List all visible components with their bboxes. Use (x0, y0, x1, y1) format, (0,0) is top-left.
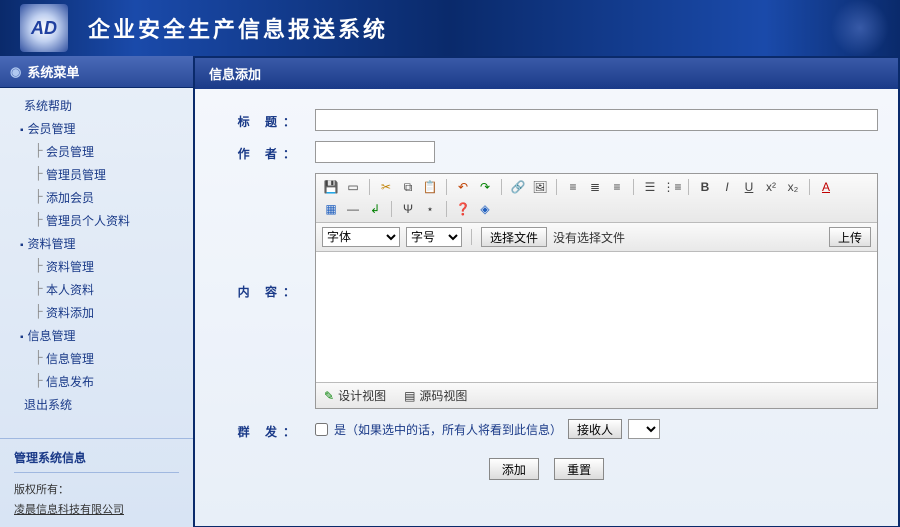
cut-icon[interactable]: ✂ (377, 178, 395, 196)
copyright-label: 版权所有： (14, 481, 179, 497)
font-color-icon[interactable]: A (817, 178, 835, 196)
sidebar: 系统菜单 系统帮助 会员管理 会员管理 管理员管理 添加会员 管理员个人资料 资… (0, 56, 195, 527)
tab-source-view[interactable]: ▤源码视图 (404, 387, 467, 404)
nav-admin-profile[interactable]: 管理员个人资料 (16, 209, 189, 232)
copy-icon[interactable]: ⧉ (399, 178, 417, 196)
nav-info-manage[interactable]: 信息管理 (16, 347, 189, 370)
nav-member-group[interactable]: 会员管理 (16, 117, 189, 140)
symbol-icon[interactable]: Ψ (399, 200, 417, 218)
app-logo: AD (20, 4, 68, 52)
redo-icon[interactable]: ↷ (476, 178, 494, 196)
font-size-select[interactable]: 字号 (406, 227, 462, 247)
sidebar-info-title: 管理系统信息 (14, 449, 179, 473)
app-title: 企业安全生产信息报送系统 (88, 12, 388, 44)
tab-design-view[interactable]: ✎设计视图 (324, 387, 386, 404)
nav-tree: 系统帮助 会员管理 会员管理 管理员管理 添加会员 管理员个人资料 资料管理 资… (0, 88, 193, 438)
new-icon[interactable]: ▭ (344, 178, 362, 196)
editor-view-tabs: ✎设计视图 ▤源码视图 (316, 382, 877, 408)
more-icon[interactable]: ◈ (476, 200, 494, 218)
bold-icon[interactable]: B (696, 178, 714, 196)
editor-canvas[interactable] (316, 252, 877, 382)
label-mass-send: 群 发： (215, 419, 315, 440)
subscript-icon[interactable]: x₂ (784, 178, 802, 196)
underline-icon[interactable]: U (740, 178, 758, 196)
table-icon[interactable]: ▦ (322, 200, 340, 218)
save-icon[interactable]: 💾 (322, 178, 340, 196)
paste-icon[interactable]: 📋 (421, 178, 439, 196)
rich-editor: 💾 ▭ ✂ ⧉ 📋 ↶ ↷ 🔗 🖼 (315, 173, 878, 409)
list-ul-icon[interactable]: ⋮≡ (663, 178, 681, 196)
font-family-select[interactable]: 字体 (322, 227, 400, 247)
nav-material-add[interactable]: 资料添加 (16, 301, 189, 324)
help-icon[interactable]: ❓ (454, 200, 472, 218)
nav-material-group[interactable]: 资料管理 (16, 232, 189, 255)
submit-row: 添加 重置 (215, 450, 878, 480)
upload-button[interactable]: 上传 (829, 227, 871, 247)
editor-font-row: 字体 字号 选择文件 没有选择文件 上传 (316, 223, 877, 252)
hr-icon[interactable]: — (344, 200, 362, 218)
align-left-icon[interactable]: ≡ (564, 178, 582, 196)
nav-info-publish[interactable]: 信息发布 (16, 370, 189, 393)
mass-send-hint: 是（如果选中的话，所有人将看到此信息） (334, 421, 562, 438)
nav-system-help[interactable]: 系统帮助 (4, 94, 189, 117)
editor-toolbar: 💾 ▭ ✂ ⧉ 📋 ↶ ↷ 🔗 🖼 (316, 174, 877, 223)
page-icon: ▤ (404, 389, 415, 403)
reset-button[interactable]: 重置 (554, 458, 604, 480)
recipient-select[interactable] (628, 419, 660, 439)
panel-title: 信息添加 (195, 58, 898, 89)
italic-icon[interactable]: I (718, 178, 736, 196)
input-author[interactable] (315, 141, 435, 163)
special-icon[interactable]: ⋆ (421, 200, 439, 218)
nav-logout[interactable]: 退出系统 (4, 393, 189, 416)
nav-add-member[interactable]: 添加会员 (16, 186, 189, 209)
image-icon[interactable]: 🖼 (531, 178, 549, 196)
panel: 信息添加 标 题： 作 者： 内 容： 💾 (195, 58, 898, 525)
nav-admin-manage[interactable]: 管理员管理 (16, 163, 189, 186)
choose-file-button[interactable]: 选择文件 (481, 227, 547, 247)
align-right-icon[interactable]: ≡ (608, 178, 626, 196)
submit-button[interactable]: 添加 (489, 458, 539, 480)
app-header: AD 企业安全生产信息报送系统 (0, 0, 900, 56)
sidebar-title: 系统菜单 (0, 56, 193, 88)
nav-member-manage[interactable]: 会员管理 (16, 140, 189, 163)
header-ornament (830, 0, 890, 56)
list-ol-icon[interactable]: ☰ (641, 178, 659, 196)
content-area: 信息添加 标 题： 作 者： 内 容： 💾 (195, 56, 900, 527)
pencil-icon: ✎ (324, 389, 334, 403)
company-link[interactable]: 凌晨信息科技有限公司 (14, 501, 179, 517)
sidebar-info: 管理系统信息 版权所有： 凌晨信息科技有限公司 (0, 438, 193, 527)
file-status-text: 没有选择文件 (553, 229, 625, 246)
nav-info-group[interactable]: 信息管理 (16, 324, 189, 347)
label-author: 作 者： (215, 141, 315, 162)
nav-material-manage[interactable]: 资料管理 (16, 255, 189, 278)
mass-send-checkbox[interactable] (315, 423, 328, 436)
link-icon[interactable]: 🔗 (509, 178, 527, 196)
align-center-icon[interactable]: ≣ (586, 178, 604, 196)
undo-icon[interactable]: ↶ (454, 178, 472, 196)
label-content: 内 容： (215, 173, 315, 300)
superscript-icon[interactable]: x² (762, 178, 780, 196)
input-title[interactable] (315, 109, 878, 131)
arrow-icon[interactable]: ↲ (366, 200, 384, 218)
nav-my-material[interactable]: 本人资料 (16, 278, 189, 301)
label-title: 标 题： (215, 109, 315, 130)
panel-body: 标 题： 作 者： 内 容： 💾 ▭ (195, 89, 898, 526)
recipient-button[interactable]: 接收人 (568, 419, 622, 439)
